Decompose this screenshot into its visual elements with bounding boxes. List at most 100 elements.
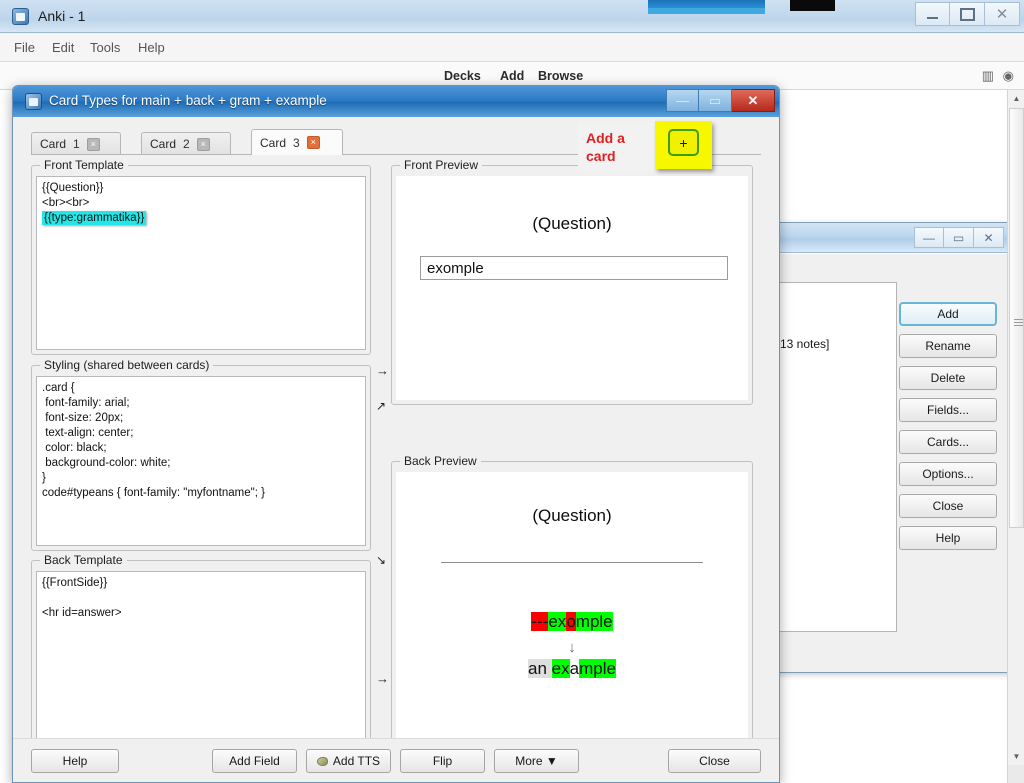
back-preview-canvas: (Question) ---exomple ↓ an example (396, 472, 748, 751)
tab-label: Card (150, 137, 177, 151)
scroll-up-arrow-icon[interactable]: ▲ (1008, 90, 1024, 107)
front-preview-canvas: (Question) exomple (396, 176, 748, 400)
front-template-arrow-icon: → (376, 363, 389, 378)
fields-button[interactable]: Fields... (899, 398, 997, 422)
menu-file[interactable]: File (14, 40, 35, 55)
tab-number: 2 (183, 137, 190, 151)
diff-typed-row: ---exomple (396, 612, 748, 632)
add-tts-label: Add TTS (332, 754, 381, 768)
annotation-highlight: + (655, 121, 712, 169)
close-icon[interactable]: ✕ (974, 227, 1004, 248)
anki-logo-icon (25, 93, 42, 110)
menu-edit[interactable]: Edit (52, 40, 74, 55)
styling-arrow-down-icon: ↘ (376, 553, 387, 567)
menu-help[interactable]: Help (138, 40, 165, 55)
options-button[interactable]: Options... (899, 462, 997, 486)
diff-segment: ex (551, 659, 570, 678)
rename-button[interactable]: Rename (899, 334, 997, 358)
cards-button[interactable]: Cards... (899, 430, 997, 454)
add-card-plus-button[interactable]: + (668, 129, 699, 156)
help-button[interactable]: Help (899, 526, 997, 550)
card-types-body: Card 1 × Card 2 × Card 3 × Front Templat… (13, 117, 779, 782)
sync-icon[interactable]: ◉ (1003, 68, 1014, 84)
tab-number: 3 (293, 135, 300, 150)
close-icon[interactable]: ✕ (732, 89, 775, 112)
flip-button[interactable]: Flip (400, 749, 485, 773)
back-template-group: Back Template {{FrontSide}} <hr id=answe… (31, 553, 371, 756)
scrollbar-grip-icon (1014, 319, 1023, 326)
back-preview-group: Back Preview (Question) ---exomple ↓ an … (391, 454, 753, 756)
scroll-down-arrow-icon[interactable]: ▼ (1008, 748, 1024, 765)
maximize-icon[interactable]: ▭ (944, 227, 974, 248)
front-template-editor[interactable]: {{Question}} <br><br> {{type:grammatika}… (36, 176, 366, 350)
delete-button[interactable]: Delete (899, 366, 997, 390)
minimize-icon[interactable] (915, 2, 950, 26)
tab-label: Card (260, 135, 287, 150)
stats-icon[interactable]: ▥ (982, 68, 994, 84)
menu-tools[interactable]: Tools (90, 40, 120, 55)
top-black-bar (790, 0, 835, 11)
scrollbar-corner (1008, 765, 1024, 783)
close-button[interactable]: Close (899, 494, 997, 518)
back-template-arrow-icon: → (376, 671, 389, 686)
front-preview-question: (Question) (532, 214, 612, 233)
add-field-button[interactable]: Add Field (212, 749, 297, 773)
tab-card-1[interactable]: Card 1 × (31, 132, 121, 155)
front-template-line-2: <br><br> (42, 197, 90, 209)
styling-editor[interactable]: .card { font-family: arial; font-size: 2… (36, 376, 366, 546)
back-preview-question: (Question) (532, 506, 612, 525)
diff-segment: --- (531, 612, 549, 631)
diff-segment: o (566, 612, 576, 631)
anki-window-title: Anki - 1 (38, 8, 86, 24)
tab-label: Card (40, 137, 67, 151)
screenshot-root: Anki - 1 ✕ File Edit Tools Help Decks Ad… (0, 0, 1024, 783)
top-blue-bar-2 (648, 8, 765, 14)
minimize-icon[interactable]: — (666, 89, 699, 112)
main-vertical-scrollbar[interactable]: ▲ ▼ (1007, 90, 1024, 783)
help-button[interactable]: Help (31, 749, 119, 773)
tts-icon (316, 756, 328, 766)
diff-correct-row: an example (396, 659, 748, 679)
tab-number: 1 (73, 137, 80, 151)
card-types-dialog-title: Card Types for main + back + gram + exam… (49, 93, 327, 108)
diff-segment: an (528, 659, 552, 678)
maximize-icon[interactable] (950, 2, 985, 26)
type-answer-input[interactable]: exomple (420, 256, 728, 280)
more-button[interactable]: More ▼ (494, 749, 579, 773)
scrollbar-thumb[interactable] (1009, 108, 1024, 528)
nav-decks[interactable]: Decks (444, 69, 481, 83)
tab-card-3[interactable]: Card 3 × (251, 129, 343, 155)
main-window-controls: ✕ (915, 2, 1020, 26)
nav-browse[interactable]: Browse (538, 69, 583, 83)
note-types-window-controls: — ▭ ✕ (914, 227, 1004, 248)
dialog-bottom-bar: Help Add Field Add TTS Flip More ▼ Close (13, 738, 779, 782)
close-button[interactable]: Close (668, 749, 761, 773)
nav-add[interactable]: Add (500, 69, 524, 83)
note-types-list[interactable]: 13 notes] (775, 282, 897, 632)
front-template-legend: Front Template (40, 158, 128, 172)
tab-close-icon[interactable]: × (196, 137, 210, 151)
tab-card-2[interactable]: Card 2 × (141, 132, 231, 155)
diff-segment: mple (575, 612, 613, 631)
front-preview-legend: Front Preview (400, 158, 483, 172)
anki-menubar: File Edit Tools Help (0, 34, 1024, 62)
answer-divider (441, 562, 703, 563)
add-button[interactable]: Add (899, 302, 997, 326)
close-icon[interactable]: ✕ (985, 2, 1020, 26)
back-template-editor[interactable]: {{FrontSide}} <hr id=answer> (36, 571, 366, 751)
add-tts-button[interactable]: Add TTS (306, 749, 391, 773)
front-template-line-3-highlighted: {{type:grammatika}} (42, 211, 147, 225)
card-types-dialog: Card Types for main + back + gram + exam… (12, 85, 780, 783)
note-types-titlebar: — ▭ ✕ (767, 223, 1010, 253)
minimize-icon[interactable]: — (914, 227, 944, 248)
back-preview-legend: Back Preview (400, 454, 481, 468)
tab-close-icon[interactable]: × (86, 137, 100, 151)
front-template-line-1: {{Question}} (42, 182, 104, 194)
note-types-list-item: 13 notes] (780, 337, 830, 351)
tab-close-icon[interactable]: × (306, 136, 320, 149)
note-types-buttons: Add Rename Delete Fields... Cards... Opt… (899, 302, 999, 558)
maximize-icon[interactable]: ▭ (699, 89, 732, 112)
front-template-group: Front Template {{Question}} <br><br> {{t… (31, 158, 371, 355)
note-types-window: — ▭ ✕ 13 notes] Add Rename Delete Fields… (766, 222, 1011, 673)
front-preview-group: Front Preview (Question) exomple (391, 158, 753, 405)
